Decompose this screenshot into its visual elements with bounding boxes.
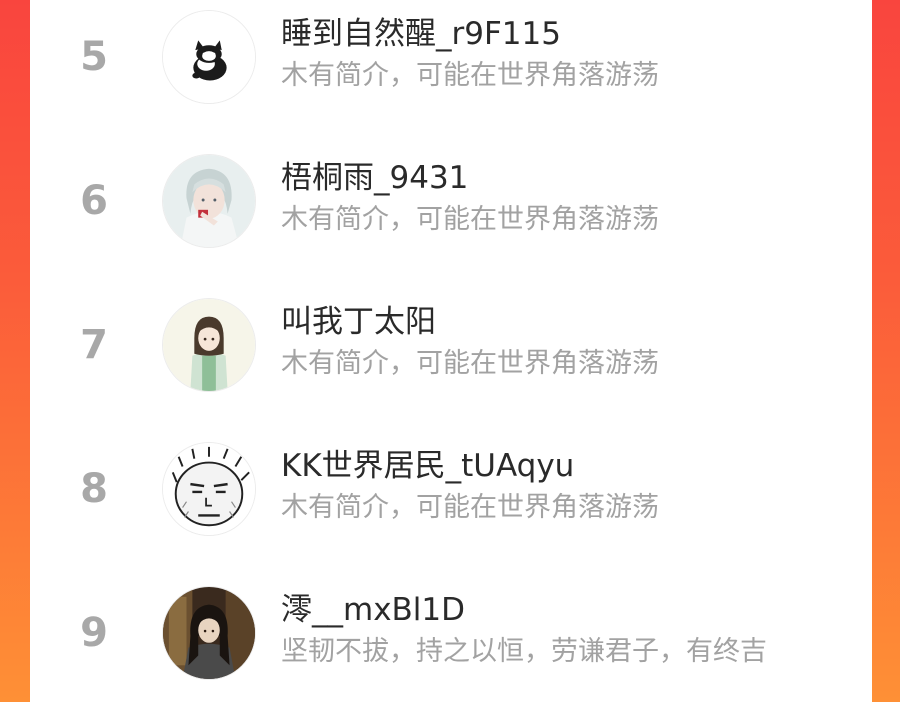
list-item[interactable]: 5 睡到自然醒_r9F115 木有简介，可能在世界角落游荡 — [30, 0, 872, 120]
rank-number: 7 — [80, 322, 108, 368]
user-name[interactable]: 睡到自然醒_r9F115 — [281, 14, 561, 54]
rank-number: 8 — [80, 466, 108, 512]
user-bio: 木有简介，可能在世界角落游荡 — [281, 348, 659, 379]
user-name[interactable]: 叫我丁太阳 — [281, 302, 436, 342]
dark-hair-girl-avatar-icon[interactable] — [162, 586, 256, 680]
user-bio: 木有简介，可能在世界角落游荡 — [281, 492, 659, 523]
list-item[interactable]: 7 叫我丁太阳 木有简介，可能在世界角落游荡 — [30, 288, 872, 408]
user-bio: 木有简介，可能在世界角落游荡 — [281, 204, 659, 235]
rank-number: 9 — [80, 610, 108, 656]
user-name[interactable]: KK世界居民_tUAqyu — [281, 446, 574, 486]
anime-girl-avatar-icon[interactable] — [162, 298, 256, 392]
rank-number: 6 — [80, 178, 108, 224]
list-item[interactable]: 8 KK世界居民_tUAqyu 木有简介，可能在世界角落游荡 — [30, 432, 872, 552]
sketch-face-avatar-icon[interactable] — [162, 442, 256, 536]
ranking-list: 5 睡到自然醒_r9F115 木有简介，可能在世界角落游荡 6 梧桐雨_9431… — [30, 0, 872, 702]
user-name[interactable]: 梧桐雨_9431 — [281, 158, 468, 198]
list-item[interactable]: 9 澪__mxBl1D 坚韧不拔，持之以恒，劳谦君子，有终吉 — [30, 576, 872, 696]
rank-number: 5 — [80, 34, 108, 80]
list-item[interactable]: 6 梧桐雨_9431 木有简介，可能在世界角落游荡 — [30, 144, 872, 264]
user-bio: 木有简介，可能在世界角落游荡 — [281, 60, 659, 91]
anime-boy-avatar-icon[interactable] — [162, 154, 256, 248]
user-bio: 坚韧不拔，持之以恒，劳谦君子，有终吉 — [281, 636, 767, 667]
user-name[interactable]: 澪__mxBl1D — [281, 590, 465, 630]
cat-avatar-icon[interactable] — [162, 10, 256, 104]
